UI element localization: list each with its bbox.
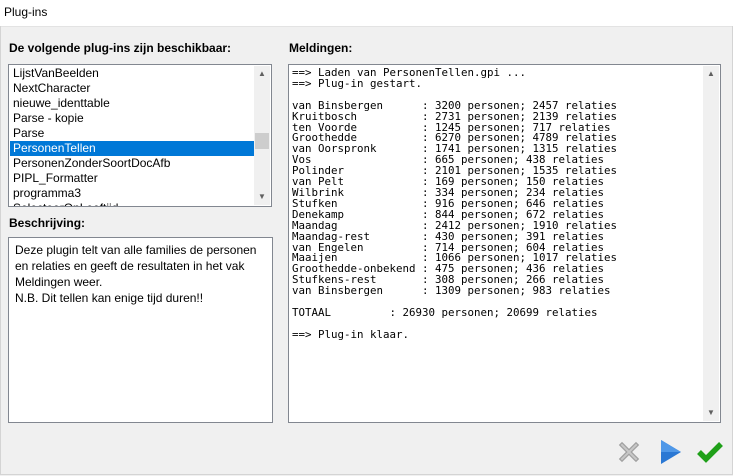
cancel-button[interactable] bbox=[615, 438, 643, 466]
checkmark-icon bbox=[697, 442, 723, 463]
messages-label: Meldingen: bbox=[289, 41, 353, 55]
run-button[interactable] bbox=[656, 438, 684, 466]
x-icon bbox=[618, 441, 640, 463]
message-line: ==> Plug-in gestart. bbox=[292, 76, 423, 90]
list-item[interactable]: LijstVanBeelden bbox=[10, 66, 254, 81]
window-title: Plug-ins bbox=[4, 5, 48, 19]
messages-box[interactable]: ==> Laden van PersonenTellen.gpi ... ==> … bbox=[288, 64, 721, 423]
ok-button[interactable] bbox=[696, 438, 724, 466]
list-item[interactable]: SelecteerOnLeeftijd bbox=[10, 201, 254, 206]
list-item[interactable]: nieuwe_identtable bbox=[10, 96, 254, 111]
plugins-label: De volgende plug-ins zijn beschikbaar: bbox=[9, 41, 232, 55]
scroll-up-arrow-icon[interactable]: ▲ bbox=[254, 66, 270, 82]
scroll-up-arrow-icon[interactable]: ▲ bbox=[703, 66, 719, 82]
list-item[interactable]: Parse bbox=[10, 126, 254, 141]
description-line: Meldingen weer. bbox=[15, 275, 103, 289]
message-line: TOTAAL : 26930 personen; 20699 relaties bbox=[292, 305, 598, 319]
plugins-list: LijstVanBeelden NextCharacter nieuwe_ident… bbox=[10, 66, 254, 206]
list-item[interactable]: NextCharacter bbox=[10, 81, 254, 96]
description-box: Deze plugin telt van alle families de pe… bbox=[8, 237, 273, 423]
plugins-scrollbar[interactable]: ▲ ▼ bbox=[254, 66, 270, 205]
list-item[interactable]: PIPL_Formatter bbox=[10, 171, 254, 186]
scrollbar-thumb[interactable] bbox=[255, 133, 269, 149]
message-line: ==> Plug-in klaar. bbox=[292, 327, 410, 341]
messages-scrollbar[interactable]: ▲ ▼ bbox=[703, 66, 719, 421]
messages-text: ==> Laden van PersonenTellen.gpi ... ==> … bbox=[292, 67, 702, 341]
list-item[interactable]: Parse - kopie bbox=[10, 111, 254, 126]
list-item[interactable]: programma3 bbox=[10, 186, 254, 201]
play-icon bbox=[661, 440, 681, 464]
scroll-down-arrow-icon[interactable]: ▼ bbox=[254, 189, 270, 205]
list-item[interactable]: PersonenZonderSoortDocAfb bbox=[10, 156, 254, 171]
list-item[interactable]: PersonenTellen bbox=[10, 141, 254, 156]
description-line: N.B. Dit tellen kan enige tijd duren!! bbox=[15, 291, 204, 305]
message-line: van Binsbergen : 1309 personen; 983 rela… bbox=[292, 284, 611, 298]
description-label: Beschrijving: bbox=[9, 216, 86, 230]
plugins-listbox[interactable]: LijstVanBeelden NextCharacter nieuwe_ident… bbox=[8, 64, 272, 207]
description-line: en relaties en geeft de resultaten in he… bbox=[15, 259, 245, 273]
title-bar: Plug-ins bbox=[0, 0, 733, 27]
description-line: Deze plugin telt van alle families de pe… bbox=[15, 243, 257, 257]
scroll-down-arrow-icon[interactable]: ▼ bbox=[703, 405, 719, 421]
